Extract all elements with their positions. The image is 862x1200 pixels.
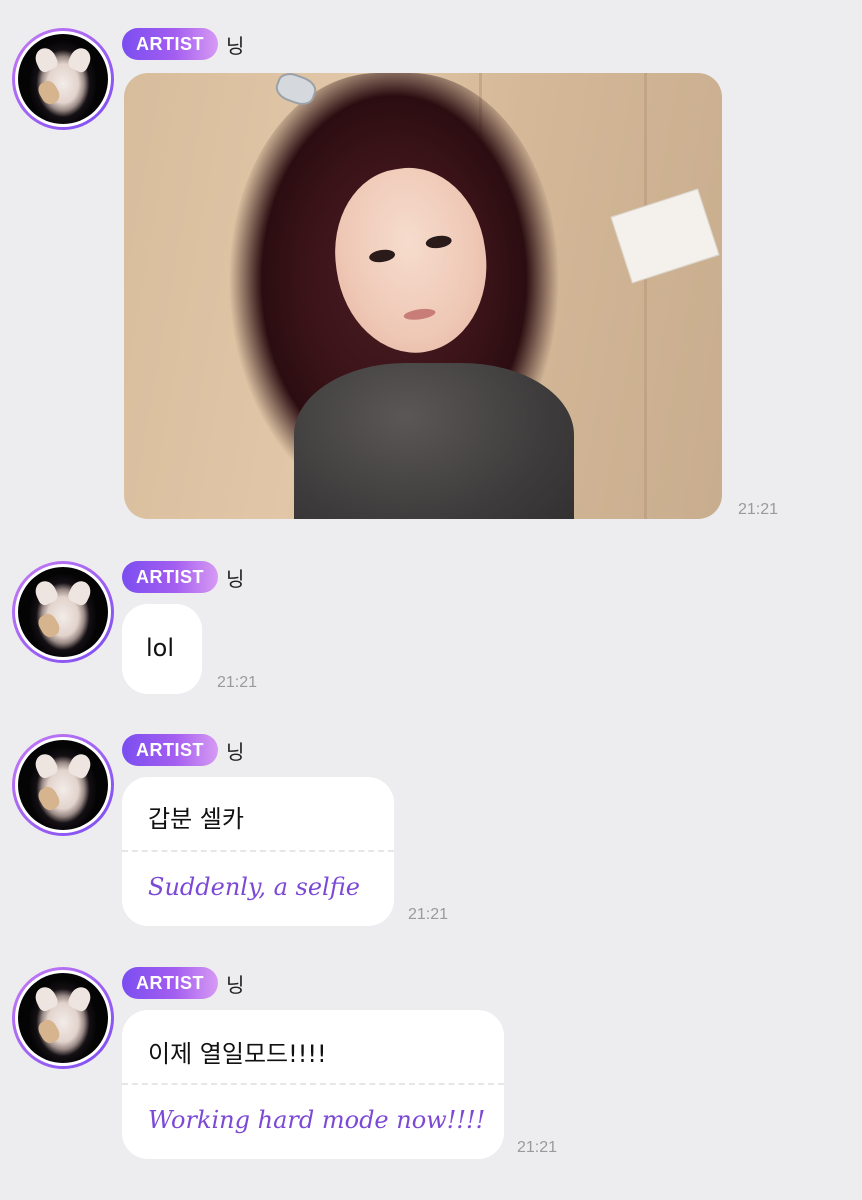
timestamp: 21:21 bbox=[217, 674, 258, 691]
sender-name: 닝 bbox=[226, 566, 245, 591]
original-text: 갑분 셀카 bbox=[148, 805, 244, 833]
avatar[interactable] bbox=[12, 734, 114, 836]
photo-attachment[interactable] bbox=[124, 73, 722, 519]
message-header: ARTIST 닝 bbox=[122, 734, 244, 766]
avatar[interactable] bbox=[12, 561, 114, 663]
translation-divider bbox=[122, 850, 394, 852]
cat-avatar-icon bbox=[18, 740, 108, 830]
translated-text: Working hard mode now!!!! bbox=[148, 1106, 486, 1134]
cat-avatar-icon bbox=[18, 567, 108, 657]
sender-name: 닝 bbox=[226, 739, 245, 764]
message-bubble[interactable]: lol bbox=[122, 604, 202, 694]
translation-divider bbox=[122, 1083, 504, 1085]
artist-badge: ARTIST bbox=[122, 734, 218, 766]
sender-name: 닝 bbox=[226, 33, 245, 58]
avatar[interactable] bbox=[12, 967, 114, 1069]
timestamp: 21:21 bbox=[408, 906, 449, 923]
message-header: ARTIST 닝 bbox=[122, 561, 244, 593]
cat-avatar-icon bbox=[18, 34, 108, 124]
artist-badge: ARTIST bbox=[122, 967, 218, 999]
message-header: ARTIST 닝 bbox=[122, 967, 244, 999]
original-text: 이제 열일모드!!!! bbox=[148, 1040, 327, 1068]
timestamp: 21:21 bbox=[738, 501, 779, 518]
artist-badge: ARTIST bbox=[122, 561, 218, 593]
message-bubble[interactable]: 갑분 셀카 Suddenly, a selfie bbox=[122, 777, 394, 926]
message-text: lol bbox=[146, 634, 175, 662]
translated-text: Suddenly, a selfie bbox=[148, 873, 360, 901]
message-bubble[interactable]: 이제 열일모드!!!! Working hard mode now!!!! bbox=[122, 1010, 504, 1159]
artist-badge: ARTIST bbox=[122, 28, 218, 60]
sender-name: 닝 bbox=[226, 972, 245, 997]
message-header: ARTIST 닝 bbox=[122, 28, 244, 60]
cat-avatar-icon bbox=[18, 973, 108, 1063]
avatar[interactable] bbox=[12, 28, 114, 130]
timestamp: 21:21 bbox=[517, 1139, 558, 1156]
